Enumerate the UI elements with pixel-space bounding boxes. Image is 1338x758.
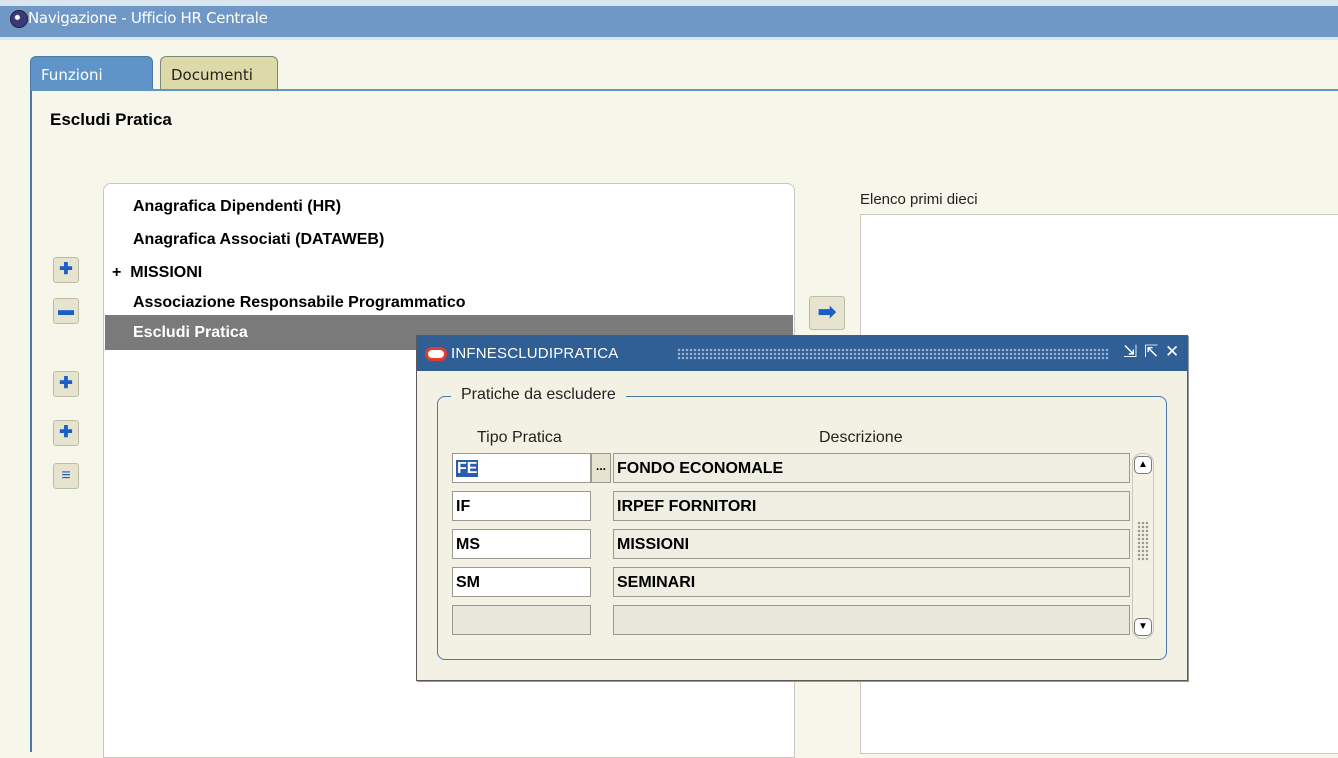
tree-item-missioni[interactable]: + MISSIONI — [112, 264, 202, 282]
descrizione-field[interactable]: MISSIONI — [613, 529, 1130, 559]
window-titlebar: Navigazione - Ufficio HR Centrale — [0, 0, 1338, 40]
group-label: Pratiche da escludere — [451, 386, 626, 404]
tree-item-anagrafica-dipendenti[interactable]: Anagrafica Dipendenti (HR) — [133, 198, 341, 216]
list-label: Elenco primi dieci — [860, 191, 978, 208]
tree-item-anagrafica-associati[interactable]: Anagrafica Associati (DATAWEB) — [133, 231, 384, 249]
window-title: Navigazione - Ufficio HR Centrale — [28, 9, 268, 27]
tree-item-associazione-responsabile[interactable]: Associazione Responsabile Programmatico — [133, 294, 466, 312]
scroll-up-icon[interactable]: ▲ — [1134, 456, 1152, 474]
collapse-icon[interactable]: ▬ — [53, 298, 79, 324]
tab-funzioni[interactable]: Funzioni — [30, 56, 153, 90]
tree-item-escludi-pratica[interactable]: Escludi Pratica — [133, 324, 248, 342]
expand-icon[interactable]: ✚ — [53, 257, 79, 283]
scroll-down-icon[interactable]: ▼ — [1134, 618, 1152, 636]
maximize-icon[interactable]: ⇱ — [1144, 342, 1158, 362]
scroll-grip[interactable] — [1137, 521, 1149, 561]
descrizione-field[interactable]: SEMINARI — [613, 567, 1130, 597]
right-arrow-icon[interactable]: ➡ — [809, 296, 845, 330]
content-left-border — [30, 90, 32, 752]
tree-item-label: MISSIONI — [130, 264, 203, 281]
descrizione-field[interactable]: FONDO ECONOMALE — [613, 453, 1130, 483]
focused-value: FE — [456, 460, 479, 477]
expand-branch-icon[interactable]: ✚ — [53, 371, 79, 397]
titlebar-grip — [677, 348, 1109, 360]
dialog-title: INFNESCLUDIPRATICA — [451, 345, 619, 362]
tipo-pratica-field[interactable]: MS — [452, 529, 591, 559]
tipo-pratica-field[interactable] — [452, 605, 591, 635]
tipo-pratica-field[interactable]: SM — [452, 567, 591, 597]
expand-all-icon[interactable]: ✚ — [53, 420, 79, 446]
lov-button[interactable]: ... — [591, 453, 611, 483]
tree-expand-marker: + — [112, 264, 122, 281]
tipo-pratica-field[interactable]: IF — [452, 491, 591, 521]
tab-underline — [30, 89, 1338, 91]
descrizione-field[interactable]: IRPEF FORNITORI — [613, 491, 1130, 521]
tab-documenti[interactable]: Documenti — [160, 56, 278, 90]
collapse-all-icon[interactable]: ≡ — [53, 463, 79, 489]
close-icon[interactable]: ✕ — [1165, 342, 1179, 362]
page-title: Escludi Pratica — [50, 110, 172, 129]
oracle-logo-icon — [425, 347, 447, 361]
tipo-pratica-field[interactable]: FE — [452, 453, 591, 483]
minimize-icon[interactable]: ⇲ — [1123, 342, 1137, 362]
descrizione-field[interactable] — [613, 605, 1130, 635]
column-header-descrizione: Descrizione — [819, 429, 903, 446]
app-icon — [10, 10, 28, 28]
column-header-tipo: Tipo Pratica — [477, 429, 562, 446]
dialog-infnescludipratica: INFNESCLUDIPRATICA ⇲ ⇱ ✕ Pratiche da esc… — [416, 335, 1188, 681]
